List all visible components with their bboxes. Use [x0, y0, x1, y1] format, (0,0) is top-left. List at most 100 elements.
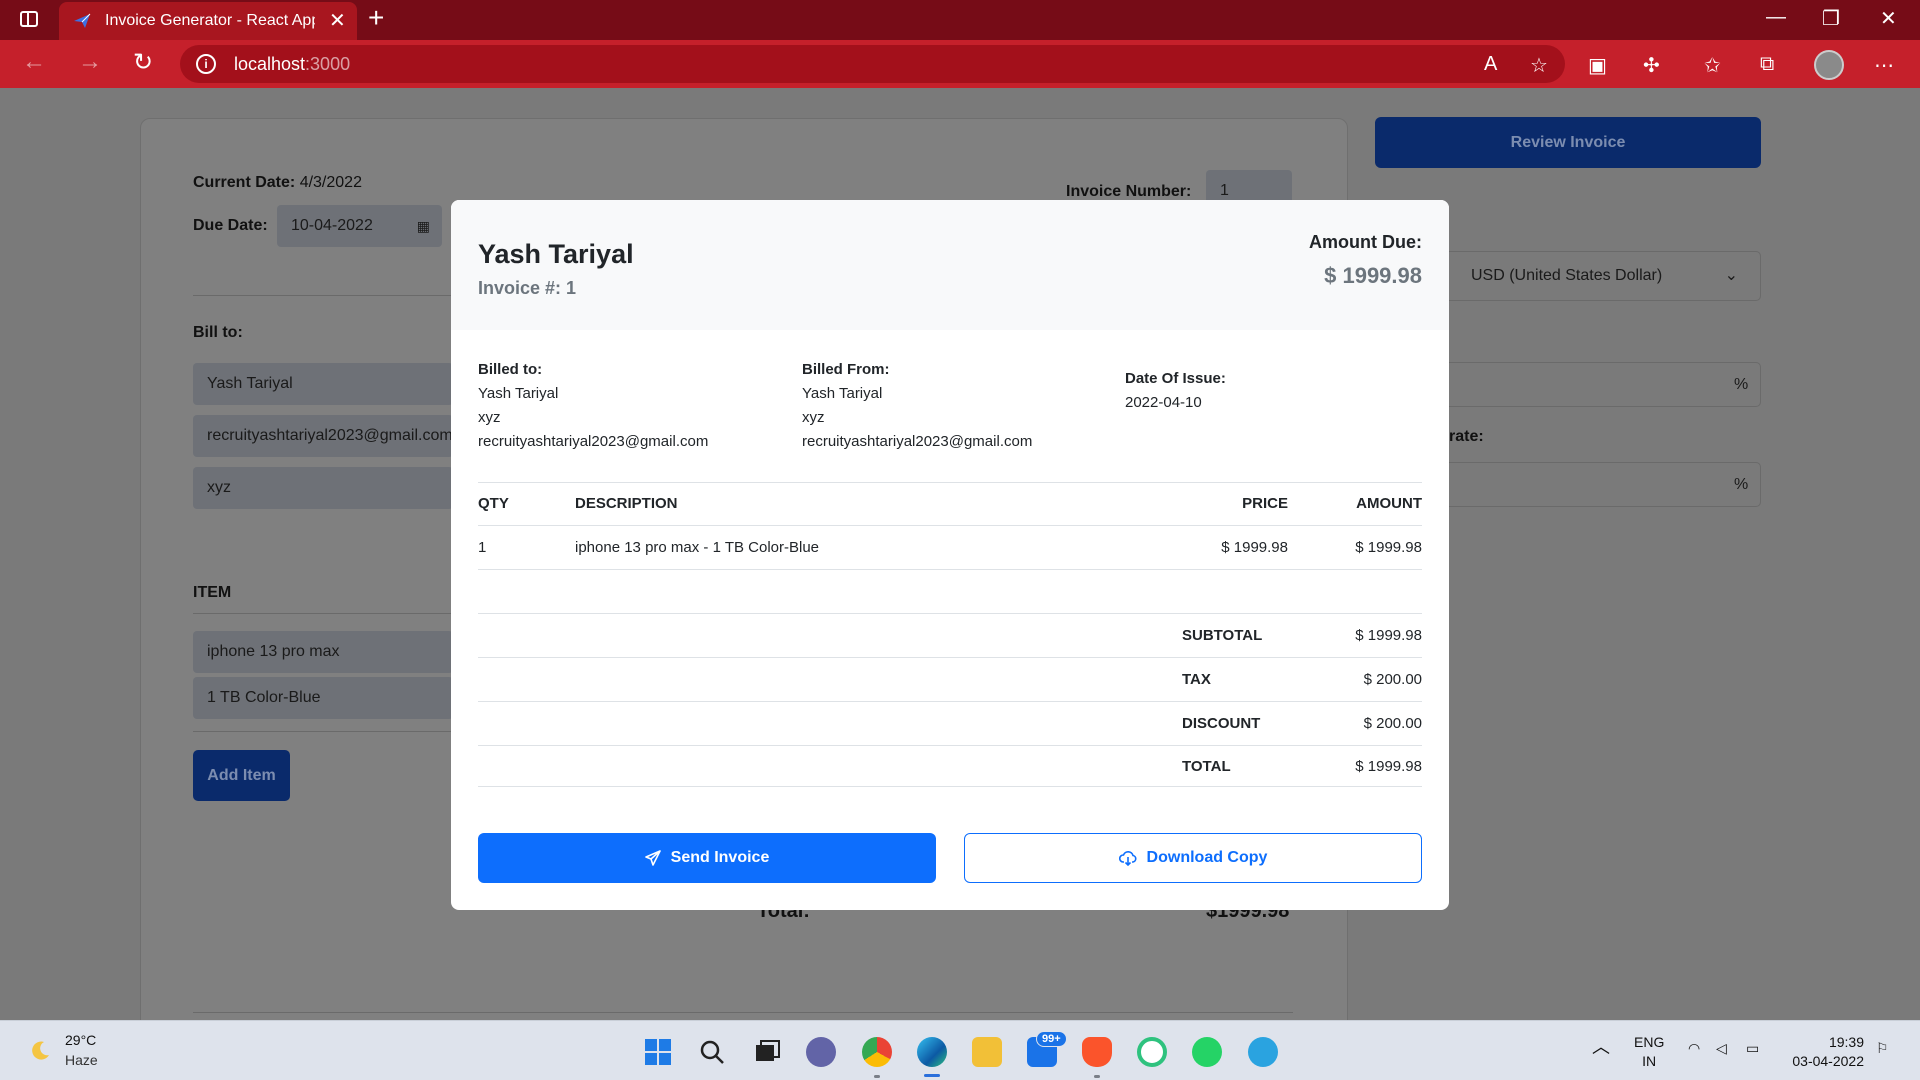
download-copy-button[interactable]: Download Copy [964, 833, 1422, 883]
tab-actions-icon[interactable] [20, 11, 38, 27]
teams-chat-icon[interactable] [806, 1037, 836, 1067]
windows-start-icon[interactable] [643, 1037, 673, 1067]
address-bar[interactable]: i localhost:3000 [180, 45, 1565, 83]
language-indicator[interactable]: ENG IN [1634, 1033, 1664, 1071]
weather-description[interactable]: Haze [65, 1052, 98, 1068]
add-favorite-icon[interactable]: ☆ [1530, 53, 1548, 78]
bill-to-email-input[interactable]: recruityashtariyal2023@gmail.com [193, 415, 453, 457]
modal-header: Yash Tariyal Invoice #: 1 Amount Due: $ … [451, 200, 1449, 330]
date-of-issue-label: Date Of Issue: [1125, 370, 1226, 387]
notification-icon[interactable]: ⚐ [1876, 1039, 1889, 1058]
collections-icon[interactable]: ⧉ [1760, 53, 1774, 76]
bill-to-name-input[interactable]: Yash Tariyal [193, 363, 453, 405]
extension-icon[interactable]: ▣ [1588, 53, 1607, 78]
amount-header: AMOUNT [1356, 495, 1422, 512]
search-icon[interactable] [697, 1037, 727, 1067]
item-description: iphone 13 pro max - 1 TB Color-Blue [575, 539, 820, 556]
grand-total-value: $ 1999.98 [1355, 758, 1422, 775]
edge-icon[interactable] [917, 1037, 947, 1067]
billed-from-email: recruityashtariyal2023@gmail.com [802, 433, 1033, 450]
tax-label: TAX [1182, 671, 1211, 688]
minimize-button[interactable]: — [1766, 6, 1786, 29]
close-window-button[interactable]: ✕ [1880, 6, 1897, 31]
billed-from-address: xyz [802, 409, 825, 426]
item-price: $ 1999.98 [1221, 539, 1288, 556]
grand-total-label: TOTAL [1182, 758, 1231, 775]
wifi-icon[interactable]: ◠ [1688, 1039, 1700, 1058]
discount-rate-label: rate: [1449, 428, 1484, 445]
invoice-number: Invoice #: 1 [478, 278, 577, 298]
billed-to-section: Billed to: Yash Tariyal xyz recruityasht… [478, 358, 708, 454]
table-row: 1 iphone 13 pro max - 1 TB Color-Blue $ … [478, 526, 1422, 570]
browser-tab[interactable]: Invoice Generator - React App by ✕ [59, 2, 357, 40]
url-text: localhost:3000 [234, 54, 351, 74]
favorites-icon[interactable]: ✩ [1704, 53, 1721, 78]
brave-icon[interactable] [1082, 1037, 1112, 1067]
item-description-input[interactable]: 1 TB Color-Blue [193, 677, 453, 719]
refresh-button[interactable]: ↻ [133, 48, 153, 77]
read-aloud-icon[interactable]: A [1484, 53, 1497, 76]
weather-moon-icon[interactable] [28, 1039, 52, 1063]
bill-to-address-input[interactable]: xyz [193, 467, 453, 509]
current-date: Current Date: 4/3/2022 [193, 174, 362, 191]
tax-value: $ 200.00 [1363, 671, 1422, 688]
item-amount: $ 1999.98 [1355, 539, 1422, 556]
whatsapp-icon[interactable] [1192, 1037, 1222, 1067]
new-tab-button[interactable]: + [368, 2, 384, 34]
chevron-down-icon: ⌄ [1724, 267, 1738, 284]
percent-addon: % [1734, 476, 1749, 493]
review-invoice-button[interactable]: Review Invoice [1375, 117, 1761, 168]
subtotal-value: $ 1999.98 [1355, 627, 1422, 644]
qty-header: QTY [478, 495, 509, 512]
task-view-icon[interactable] [752, 1037, 782, 1067]
extensions-puzzle-icon[interactable]: ✣ [1643, 53, 1660, 78]
chrome-icon[interactable] [862, 1037, 892, 1067]
send-icon [74, 13, 91, 28]
file-explorer-icon[interactable] [972, 1037, 1002, 1067]
invoice-number-label: Invoice Number: [1066, 183, 1192, 200]
mail-badge: 99+ [1036, 1031, 1067, 1047]
invoice-preview-modal: Yash Tariyal Invoice #: 1 Amount Due: $ … [451, 200, 1449, 910]
billed-to-name: Yash Tariyal [478, 385, 559, 402]
discount-label: DISCOUNT [1182, 715, 1261, 732]
info-icon[interactable]: i [196, 54, 216, 74]
grand-total-row: TOTAL $ 1999.98 [478, 746, 1422, 787]
bill-to-label: Bill to: [193, 324, 243, 341]
weather-temperature[interactable]: 29°C [65, 1032, 96, 1048]
due-date-input[interactable]: 10-04-2022 ▦ [277, 205, 442, 247]
clock[interactable]: 19:39 03-04-2022 [1786, 1033, 1864, 1071]
restore-button[interactable]: ❐ [1822, 6, 1840, 31]
tab-title: Invoice Generator - React App by [105, 12, 315, 29]
table-header-row: QTY DESCRIPTION PRICE AMOUNT [478, 482, 1422, 526]
billed-from-name: Yash Tariyal [802, 385, 883, 402]
item-column-header: ITEM [193, 584, 232, 601]
windows-taskbar: 29°C Haze 99+ ︿ ENG IN ◠ ◁ ▭ 19:39 03-04… [0, 1020, 1920, 1080]
due-date-label: Due Date: [193, 217, 268, 234]
amount-due-value: $ 1999.98 [1324, 263, 1422, 288]
volume-icon[interactable]: ◁ [1716, 1039, 1727, 1058]
profile-avatar[interactable] [1814, 50, 1844, 80]
tax-row: TAX $ 200.00 [478, 658, 1422, 702]
billed-to-email: recruityashtariyal2023@gmail.com [478, 433, 709, 450]
more-menu-icon[interactable]: ⋯ [1874, 53, 1894, 78]
spacer-row [478, 570, 1422, 614]
battery-icon[interactable]: ▭ [1746, 1039, 1759, 1058]
item-qty: 1 [478, 539, 487, 556]
browser-toolbar: ← → ↻ i localhost:3000 A ☆ ▣ ✣ ✩ ⧉ ⋯ [0, 40, 1920, 88]
calendar-icon[interactable]: ▦ [417, 218, 430, 235]
back-button[interactable]: ← [22, 48, 46, 76]
download-copy-label: Download Copy [1146, 849, 1268, 866]
date-of-issue-section: Date Of Issue: 2022-04-10 [1125, 367, 1226, 415]
telegram-icon[interactable] [1248, 1037, 1278, 1067]
send-invoice-button[interactable]: Send Invoice [478, 833, 936, 883]
show-hidden-icons-chevron[interactable]: ︿ [1592, 1038, 1610, 1057]
invoice-name: Yash Tariyal [478, 239, 634, 269]
discount-value: $ 200.00 [1363, 715, 1422, 732]
send-icon [644, 850, 661, 866]
tab-close-icon[interactable]: ✕ [329, 8, 346, 33]
forward-button[interactable]: → [78, 48, 102, 76]
green-app-icon[interactable] [1137, 1037, 1167, 1067]
item-name-input[interactable]: iphone 13 pro max [193, 631, 453, 673]
add-item-button[interactable]: Add Item [193, 750, 290, 801]
amount-due-label: Amount Due: [1309, 232, 1422, 252]
